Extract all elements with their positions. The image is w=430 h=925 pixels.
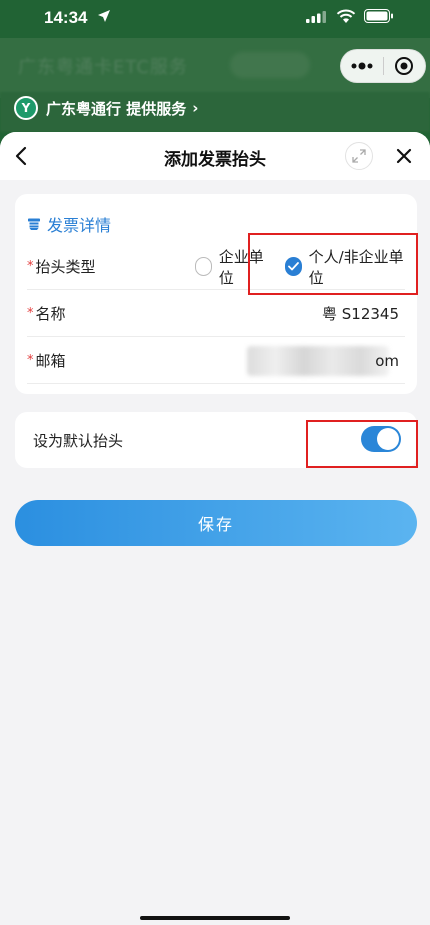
provider-link[interactable]: Y 广东粤通行 提供服务 › xyxy=(14,95,198,121)
required-mark: * xyxy=(27,353,34,368)
invoice-icon xyxy=(28,218,40,230)
redacted-email xyxy=(247,346,389,376)
signal-icon xyxy=(306,11,326,23)
email-row[interactable]: * 邮箱 om xyxy=(27,338,405,384)
expand-button[interactable] xyxy=(345,142,373,170)
expand-icon xyxy=(352,149,366,163)
required-mark: * xyxy=(27,259,34,274)
name-label: 名称 xyxy=(35,305,66,323)
close-icon[interactable] xyxy=(392,144,416,168)
name-row[interactable]: * 名称 粤 S12345 xyxy=(27,291,405,337)
wifi-icon xyxy=(336,9,356,23)
battery-icon xyxy=(364,9,393,23)
highlight-box-header-type xyxy=(248,233,418,295)
name-value: 粤 S12345 xyxy=(321,305,399,323)
status-bar: 14:34 xyxy=(0,0,430,40)
provider-text: 广东粤通行 提供服务 xyxy=(46,99,187,118)
default-header-label: 设为默认抬头 xyxy=(33,432,124,450)
chevron-right-icon: › xyxy=(192,99,199,117)
header-type-label: 抬头类型 xyxy=(35,258,96,276)
more-dots-icon xyxy=(351,62,373,70)
section-title-text: 发票详情 xyxy=(47,216,112,235)
sheet-navbar: 添加发票抬头 xyxy=(0,132,430,180)
status-time: 14:34 xyxy=(44,8,88,27)
save-button[interactable]: 保存 xyxy=(15,500,417,546)
more-button[interactable] xyxy=(341,49,383,83)
location-arrow-icon xyxy=(98,10,110,22)
section-title: 发票详情 xyxy=(27,212,111,236)
highlight-box-toggle xyxy=(306,420,418,468)
email-value-suffix: om xyxy=(375,351,399,370)
exit-miniprogram-button[interactable] xyxy=(383,49,425,83)
provider-logo: Y xyxy=(14,96,38,120)
home-indicator xyxy=(140,916,290,920)
required-mark: * xyxy=(27,306,34,321)
email-label: 邮箱 xyxy=(35,352,66,370)
target-close-icon xyxy=(395,57,414,75)
radio-unchecked-icon xyxy=(195,257,212,276)
miniprogram-capsule xyxy=(340,49,426,83)
